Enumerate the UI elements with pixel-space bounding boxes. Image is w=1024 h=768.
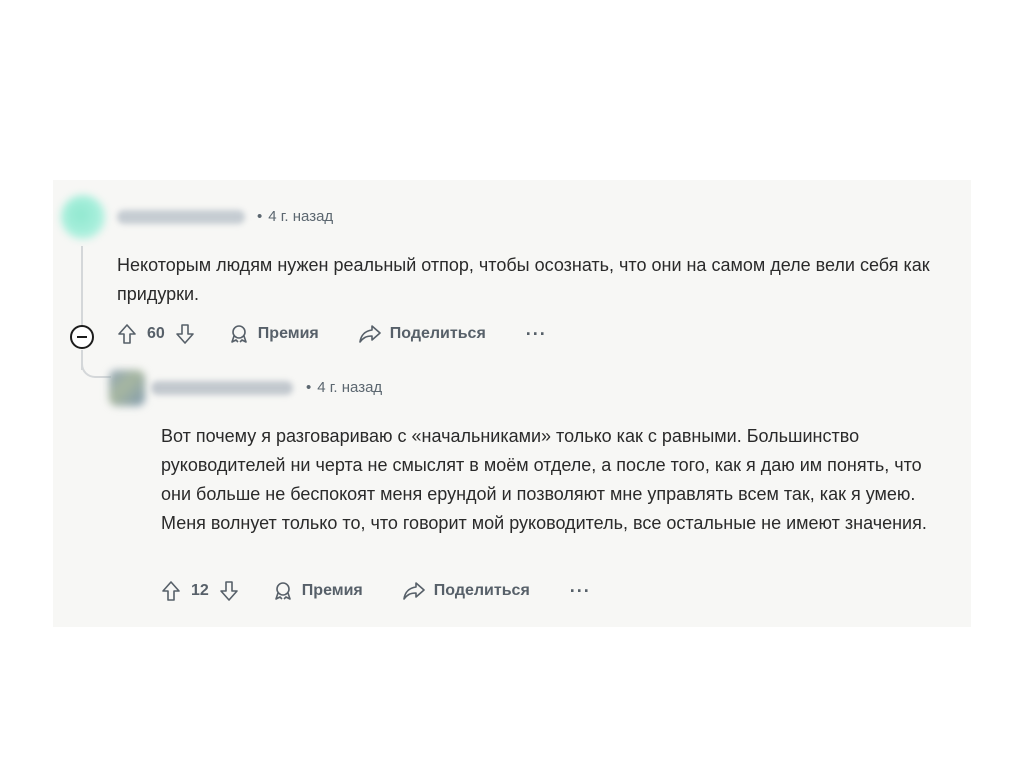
award-label: Премия	[257, 325, 319, 342]
more-options-button[interactable]: ···	[570, 581, 591, 602]
comment-text: Некоторым людям нужен реальный отпор, чт…	[117, 255, 930, 304]
timestamp[interactable]: 4 г. назад	[268, 208, 333, 225]
downvote-icon[interactable]	[219, 580, 239, 602]
share-icon	[402, 581, 425, 601]
vote-count: 60	[147, 325, 165, 342]
comment-thread: • 4 г. назад Некоторым людям нужен реальн…	[53, 180, 971, 627]
award-label: Премия	[301, 582, 363, 599]
share-button[interactable]: Поделиться	[358, 324, 486, 344]
username-blurred[interactable]	[117, 210, 245, 224]
avatar[interactable]	[109, 370, 145, 406]
comment-meta: • 4 г. назад	[306, 379, 382, 396]
comment-actions: 12 Премия Поделиться ···	[161, 580, 591, 602]
avatar[interactable]	[61, 195, 105, 239]
separator-dot: •	[306, 379, 312, 396]
award-icon	[273, 581, 293, 601]
vote-count: 12	[191, 582, 209, 599]
upvote-icon[interactable]	[117, 323, 137, 345]
downvote-icon[interactable]	[175, 323, 195, 345]
timestamp[interactable]: 4 г. назад	[317, 379, 382, 396]
separator-dot: •	[257, 208, 263, 225]
collapse-icon[interactable]	[70, 325, 94, 349]
comment-actions: 60 Премия Поделиться ···	[117, 323, 547, 345]
comment-text: Вот почему я разговариваю с «начальникам…	[161, 426, 927, 533]
award-button[interactable]: Премия	[273, 581, 363, 601]
more-options-button[interactable]: ···	[526, 324, 547, 345]
share-button[interactable]: Поделиться	[402, 581, 530, 601]
username-blurred[interactable]	[151, 381, 293, 395]
award-button[interactable]: Премия	[229, 324, 319, 344]
upvote-icon[interactable]	[161, 580, 181, 602]
thread-line	[81, 246, 83, 327]
share-icon	[358, 324, 381, 344]
share-label: Поделиться	[389, 325, 486, 342]
thread-branch-line	[81, 356, 111, 378]
comment-meta: • 4 г. назад	[257, 208, 333, 225]
award-icon	[229, 324, 249, 344]
share-label: Поделиться	[433, 582, 530, 599]
